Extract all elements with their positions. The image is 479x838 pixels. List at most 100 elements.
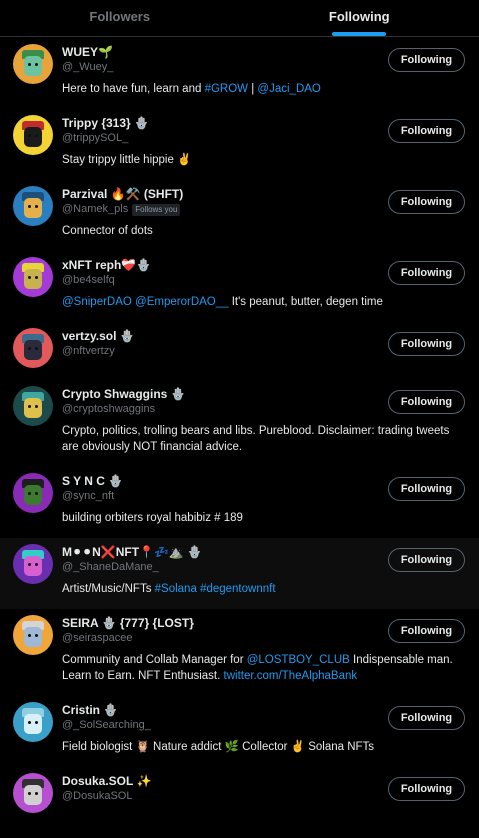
user-handle[interactable]: @_ShaneDaMane_ (62, 560, 159, 575)
avatar-face (24, 785, 42, 805)
user-handle[interactable]: @Namek_pls (62, 202, 128, 217)
avatar[interactable] (13, 328, 53, 368)
avatar-eye (28, 276, 31, 279)
bio-text: Field biologist 🦉 Nature addict 🌿 Collec… (62, 741, 374, 753)
bio-text: Crypto, politics, trolling bears and lib… (62, 425, 449, 453)
user-cell[interactable]: Trippy {313} 🪬@trippySOL_Stay trippy lit… (0, 109, 479, 180)
user-cell[interactable]: SEIRA 🪬 {777} {LOST}@seiraspaceeCommunit… (0, 609, 479, 696)
tab-following-label: Following (329, 9, 390, 24)
avatar-face (24, 398, 42, 418)
user-bio: Stay trippy little hippie ✌️ (62, 152, 462, 168)
avatar-eye (28, 134, 31, 137)
user-handle[interactable]: @sync_nft (62, 489, 114, 504)
avatar[interactable] (13, 186, 53, 226)
bio-link[interactable]: twitter.com/TheAlphaBank (224, 670, 358, 682)
user-handle[interactable]: @be4selfq (62, 273, 115, 288)
avatar-eye (28, 721, 31, 724)
bio-link[interactable]: #GROW (205, 83, 248, 95)
user-cell[interactable]: Cristin 🪬@_SolSearching_Field biologist … (0, 696, 479, 767)
avatar[interactable] (13, 544, 53, 584)
avatar[interactable] (13, 44, 53, 84)
following-button[interactable]: Following (388, 48, 465, 72)
user-handle[interactable]: @_SolSearching_ (62, 718, 151, 733)
following-button[interactable]: Following (388, 619, 465, 643)
avatar-eye (28, 492, 31, 495)
avatar-eye (28, 405, 31, 408)
following-button[interactable]: Following (388, 477, 465, 501)
bio-link[interactable]: #Solana (155, 583, 197, 595)
user-handle[interactable]: @DosukaSOL (62, 789, 132, 804)
bio-text: Stay trippy little hippie ✌️ (62, 154, 191, 166)
active-tab-indicator (332, 32, 386, 36)
following-button[interactable]: Following (388, 261, 465, 285)
avatar-face (24, 56, 42, 76)
user-cell[interactable]: xNFT reph❤️‍🩹🪬@be4selfq@SniperDAO @Emper… (0, 251, 479, 322)
tab-following[interactable]: Following (240, 0, 479, 36)
user-cell[interactable]: M⚫⚫N❌NFT📍💤⛰️ 🪬@_ShaneDaMane_Artist/Music… (0, 538, 479, 609)
avatar-eye (35, 63, 38, 66)
avatar[interactable] (13, 773, 53, 813)
user-handle[interactable]: @_Wuey_ (62, 60, 113, 75)
following-button[interactable]: Following (388, 119, 465, 143)
following-list: WUEY🌱@_Wuey_Here to have fun, learn and … (0, 38, 479, 838)
following-button[interactable]: Following (388, 706, 465, 730)
avatar-eye (35, 347, 38, 350)
follows-you-badge: Follows you (132, 204, 180, 216)
avatar[interactable] (13, 386, 53, 426)
bio-link[interactable]: @LOSTBOY_CLUB (247, 654, 350, 666)
following-button[interactable]: Following (388, 190, 465, 214)
avatar-eye (35, 205, 38, 208)
avatar-face (24, 556, 42, 576)
avatar-face (24, 198, 42, 218)
avatar-eye (28, 563, 31, 566)
user-bio: Field biologist 🦉 Nature addict 🌿 Collec… (62, 739, 462, 755)
user-handle[interactable]: @trippySOL_ (62, 131, 128, 146)
avatar-eye (28, 347, 31, 350)
avatar-eye (35, 721, 38, 724)
user-bio: @SniperDAO @EmperorDAO__ It's peanut, bu… (62, 294, 462, 310)
user-cell[interactable]: Crypto Shwaggins 🪬@cryptoshwagginsCrypto… (0, 380, 479, 467)
avatar-face (24, 269, 42, 289)
bio-link[interactable]: #degentownnft (200, 583, 275, 595)
avatar-face (24, 627, 42, 647)
bio-link[interactable]: @SniperDAO (62, 296, 132, 308)
user-cell[interactable]: Parzival 🔥⚒️ (SHFT)@Namek_plsFollows you… (0, 180, 479, 251)
avatar[interactable] (13, 615, 53, 655)
avatar-face (24, 485, 42, 505)
bio-text: Artist/Music/NFTs (62, 583, 155, 595)
avatar-eye (28, 63, 31, 66)
following-button[interactable]: Following (388, 332, 465, 356)
user-cell[interactable]: vertzy.sol 🪬@nftvertzyFollowing (0, 322, 479, 380)
user-handle[interactable]: @cryptoshwaggins (62, 402, 155, 417)
bio-text: Here to have fun, learn and (62, 83, 205, 95)
user-bio: building orbiters royal habibiz # 189 (62, 510, 462, 526)
tab-followers[interactable]: Followers (0, 0, 240, 36)
user-cell[interactable]: Dosuka.SOL ✨@DosukaSOLFollowing (0, 767, 479, 838)
bio-link[interactable]: @EmperorDAO__ (135, 296, 228, 308)
following-button[interactable]: Following (388, 390, 465, 414)
avatar-eye (28, 634, 31, 637)
following-button[interactable]: Following (388, 548, 465, 572)
user-cell[interactable]: WUEY🌱@_Wuey_Here to have fun, learn and … (0, 38, 479, 109)
avatar-eye (28, 792, 31, 795)
avatar[interactable] (13, 257, 53, 297)
user-bio: Here to have fun, learn and #GROW | @Jac… (62, 81, 462, 97)
user-handle[interactable]: @nftvertzy (62, 344, 115, 359)
avatar[interactable] (13, 702, 53, 742)
avatar-eye (35, 792, 38, 795)
avatar-face (24, 714, 42, 734)
user-bio: Artist/Music/NFTs #Solana #degentownnft (62, 581, 462, 597)
bio-text: It's peanut, butter, degen time (229, 296, 383, 308)
following-button[interactable]: Following (388, 777, 465, 801)
avatar[interactable] (13, 473, 53, 513)
profile-tabs: Followers Following (0, 0, 479, 37)
avatar-face (24, 340, 42, 360)
bio-text: building orbiters royal habibiz # 189 (62, 512, 243, 524)
user-cell[interactable]: S Y N C 🪬@sync_nftbuilding orbiters roya… (0, 467, 479, 538)
user-handle[interactable]: @seiraspacee (62, 631, 132, 646)
bio-link[interactable]: @Jaci_DAO (257, 83, 320, 95)
user-bio: Crypto, politics, trolling bears and lib… (62, 423, 462, 455)
avatar[interactable] (13, 115, 53, 155)
user-bio: Community and Collab Manager for @LOSTBO… (62, 652, 462, 684)
avatar-eye (35, 492, 38, 495)
